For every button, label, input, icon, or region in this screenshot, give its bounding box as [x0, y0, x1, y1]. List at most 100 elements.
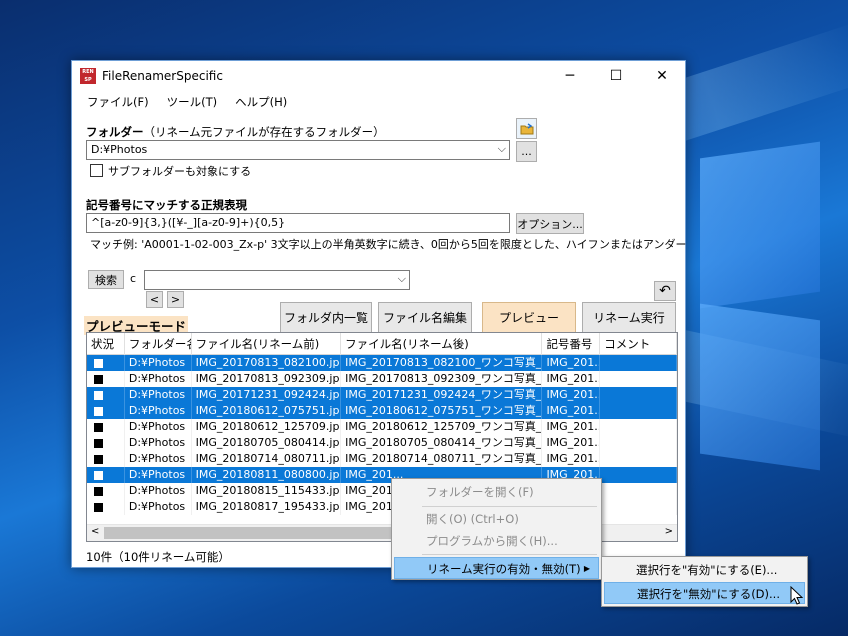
- browse-button[interactable]: ...: [516, 141, 537, 162]
- subfolder-checkbox[interactable]: [90, 164, 103, 177]
- checked-box-icon[interactable]: [94, 438, 103, 448]
- next-button[interactable]: >: [167, 291, 184, 308]
- close-button[interactable]: ✕: [639, 61, 685, 91]
- status-cell: [87, 499, 125, 515]
- folder-cell: D:¥Photos: [124, 387, 192, 403]
- menu-item-toggle-rename[interactable]: リネーム実行の有効・無効(T) ▶: [394, 557, 599, 579]
- code-cell: IMG_201...: [542, 419, 601, 435]
- table-row[interactable]: D:¥Photos IMG_20180612_075751.jpg IMG_2018…: [87, 403, 677, 419]
- scroll-right-icon[interactable]: >: [665, 526, 673, 537]
- submenu: 選択行を"有効"にする(E)... 選択行を"無効"にする(D)...: [601, 556, 808, 607]
- tab-filename-edit[interactable]: ファイル名編集: [378, 302, 472, 333]
- menu-item-disable-selected[interactable]: 選択行を"無効"にする(D)...: [604, 582, 805, 604]
- tab-folder-list[interactable]: フォルダ内一覧: [280, 302, 372, 333]
- scrollbar-thumb[interactable]: [104, 527, 407, 539]
- undo-icon[interactable]: ↶: [654, 281, 676, 301]
- comment-cell: [600, 483, 677, 499]
- search-combobox[interactable]: ⌵: [144, 270, 410, 290]
- header-folder[interactable]: フォルダー名: [125, 333, 192, 355]
- menu-item-open-with[interactable]: プログラムから開く(H)...: [394, 530, 599, 552]
- status-cell: [87, 387, 125, 403]
- menu-bar: ファイル(F) ツール(T) ヘルプ(H): [72, 91, 685, 113]
- checked-box-icon[interactable]: [94, 422, 103, 432]
- menu-help[interactable]: ヘルプ(H): [226, 94, 296, 110]
- before-cell: IMG_20170813_092309.jpg: [192, 371, 342, 387]
- code-cell: IMG_201...: [542, 435, 601, 451]
- table-row[interactable]: D:¥Photos IMG_20180714_080711.jpg IMG_2018…: [87, 451, 677, 467]
- after-cell: IMG_20170813_082100_ワンコ写真_20...: [341, 355, 543, 371]
- header-code[interactable]: 記号番号: [542, 333, 601, 355]
- table-row[interactable]: D:¥Photos IMG_20180705_080414.jpg IMG_2018…: [87, 435, 677, 451]
- code-cell: IMG_201...: [542, 371, 601, 387]
- tab-rename-run[interactable]: リネーム実行: [582, 302, 676, 333]
- context-menu: フォルダーを開く(F) 開く(O) (Ctrl+O) プログラムから開く(H).…: [391, 478, 602, 580]
- before-cell: IMG_20180817_195433.jpg: [192, 499, 342, 515]
- folder-combobox[interactable]: D:¥Photos ⌵: [86, 140, 510, 160]
- status-cell: [87, 403, 125, 419]
- before-cell: IMG_20180714_080711.jpg: [192, 451, 342, 467]
- menu-separator: [422, 506, 597, 507]
- submenu-arrow-icon: ▶: [583, 564, 590, 573]
- unchecked-box-icon[interactable]: [94, 470, 103, 480]
- regex-label: 記号番号にマッチする正規表現: [86, 198, 247, 212]
- minimize-button[interactable]: ─: [547, 61, 593, 91]
- menu-item-open[interactable]: 開く(O) (Ctrl+O): [394, 508, 599, 530]
- menu-file[interactable]: ファイル(F): [78, 94, 158, 110]
- table-row[interactable]: D:¥Photos IMG_20171231_092424.jpg IMG_2017…: [87, 387, 677, 403]
- comment-cell: [600, 419, 677, 435]
- unchecked-box-icon[interactable]: [94, 406, 103, 416]
- prev-button[interactable]: <: [146, 291, 163, 308]
- menu-tools[interactable]: ツール(T): [158, 94, 227, 110]
- header-before[interactable]: ファイル名(リネーム前): [192, 333, 342, 355]
- header-after[interactable]: ファイル名(リネーム後): [341, 333, 543, 355]
- status-cell: [87, 483, 125, 499]
- folder-cell: D:¥Photos: [125, 451, 192, 467]
- c-label: c: [130, 272, 137, 285]
- checked-box-icon[interactable]: [94, 454, 103, 464]
- search-button[interactable]: 検索: [88, 270, 124, 289]
- chevron-down-icon: ⌵: [497, 142, 506, 155]
- checked-box-icon[interactable]: [94, 502, 103, 512]
- table-row[interactable]: D:¥Photos IMG_20180612_125709.jpg IMG_2018…: [87, 419, 677, 435]
- status-cell: [87, 371, 125, 387]
- checked-box-icon[interactable]: [94, 374, 103, 384]
- header-status[interactable]: 状況: [87, 333, 125, 355]
- unchecked-box-icon[interactable]: [94, 390, 103, 400]
- after-cell: IMG_20180612_125709_ワンコ写真_20...: [341, 419, 543, 435]
- folder-cell: D:¥Photos: [125, 371, 192, 387]
- maximize-button[interactable]: ☐: [593, 61, 639, 91]
- tab-preview[interactable]: プレビュー: [482, 302, 576, 333]
- folder-value: D:¥Photos: [91, 143, 148, 156]
- comment-cell: [600, 451, 677, 467]
- after-cell: IMG_20171231_092424_ワンコ写真_20...: [341, 387, 543, 403]
- before-cell: IMG_20170813_082100.jpg: [191, 355, 342, 371]
- menu-item-toggle-rename-label: リネーム実行の有効・無効(T): [427, 562, 581, 576]
- status-cell: [87, 451, 125, 467]
- folder-cell: D:¥Photos: [124, 355, 192, 371]
- menu-item-open-folder[interactable]: フォルダーを開く(F): [394, 481, 599, 503]
- folder-cell: D:¥Photos: [124, 403, 192, 419]
- comment-cell: [600, 467, 677, 483]
- unchecked-box-icon[interactable]: [94, 358, 103, 368]
- regex-input[interactable]: ^[a-z0-9]{3,}([¥-_][a-z0-9]+){0,5}: [86, 213, 510, 233]
- comment-cell: [600, 371, 677, 387]
- checked-box-icon[interactable]: [94, 486, 103, 496]
- table-row[interactable]: D:¥Photos IMG_20170813_082100.jpg IMG_2017…: [87, 355, 677, 371]
- before-cell: IMG_20180815_115433.jpg: [192, 483, 342, 499]
- header-comment[interactable]: コメント: [600, 333, 677, 355]
- windows-logo-pane: [700, 303, 820, 471]
- match-example-text: マッチ例: 'A0001-1-02-003_Zx-p' 3文字以上の半角英数字に…: [90, 238, 686, 251]
- window-title: FileRenamerSpecific: [102, 69, 223, 83]
- option-button[interactable]: オプション...: [516, 213, 584, 234]
- scroll-left-icon[interactable]: <: [91, 526, 99, 537]
- folder-label-sub: （リネーム元ファイルが存在するフォルダー）: [143, 125, 385, 139]
- table-row[interactable]: D:¥Photos IMG_20170813_092309.jpg IMG_2017…: [87, 371, 677, 387]
- after-cell: IMG_20180612_075751_ワンコ写真_20...: [341, 403, 543, 419]
- before-cell: IMG_20180811_080800.jpg: [191, 467, 342, 483]
- status-cell: [87, 419, 125, 435]
- grid-header: 状況 フォルダー名 ファイル名(リネーム前) ファイル名(リネーム後) 記号番号…: [87, 333, 677, 355]
- code-cell: IMG_201...: [542, 355, 601, 371]
- after-cell: IMG_20180705_080414_ワンコ写真_20...: [341, 435, 543, 451]
- menu-item-enable-selected[interactable]: 選択行を"有効"にする(E)...: [604, 559, 805, 581]
- folder-open-icon[interactable]: [516, 118, 537, 139]
